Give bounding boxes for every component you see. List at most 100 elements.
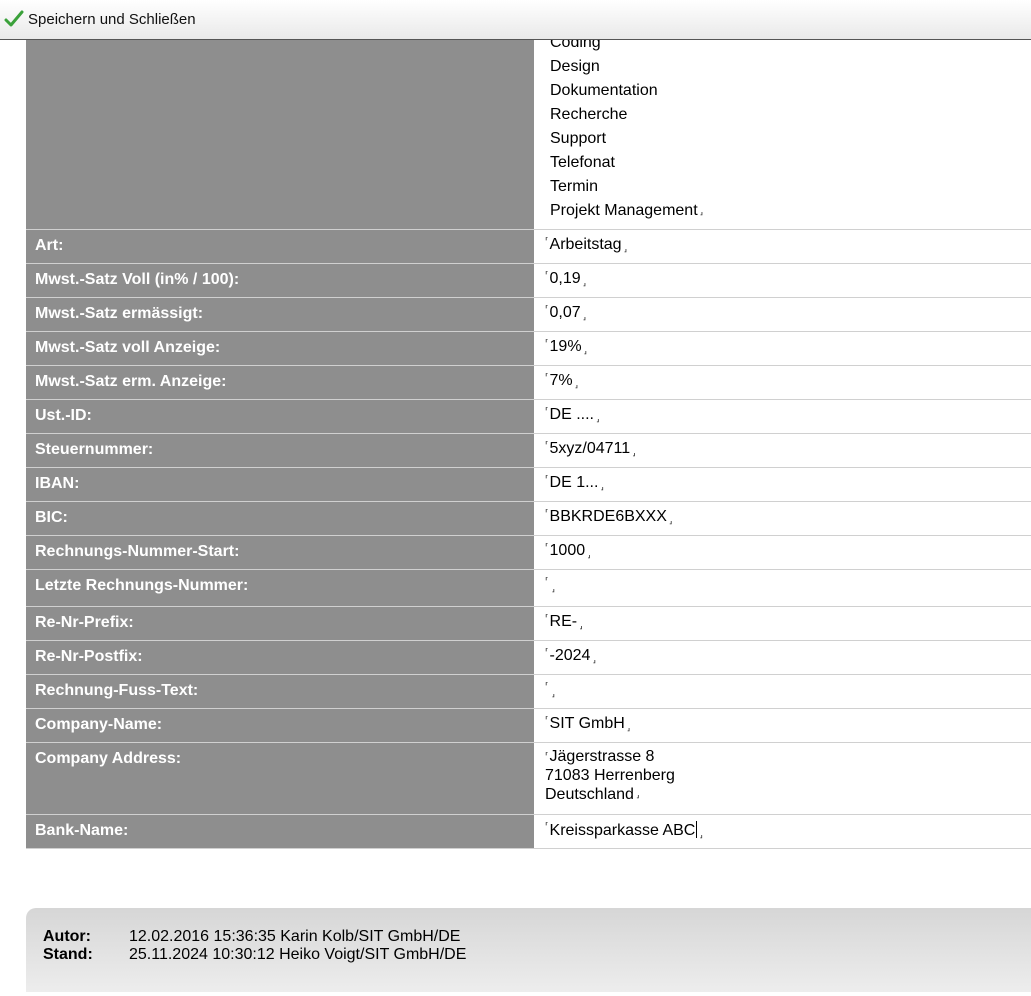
- field-label: IBAN:: [26, 468, 535, 501]
- field-row-mwst-voll-anzeige: Mwst.-Satz voll Anzeige: ⸢19% ⸥: [26, 332, 1031, 366]
- field-value: 1000: [549, 542, 586, 559]
- category-list[interactable]: Coding Design Dokumentation Recherche Su…: [535, 40, 1031, 229]
- field-input-iban[interactable]: ⸢DE 1... ⸥: [535, 468, 1031, 501]
- field-start-marker: ⸢: [545, 751, 549, 761]
- field-input-mwst-voll[interactable]: ⸢0,19 ⸥: [535, 264, 1031, 297]
- field-input-company-name[interactable]: ⸢SIT GmbH ⸥: [535, 709, 1031, 742]
- field-end-marker: ⸥: [592, 654, 596, 664]
- field-input-bic[interactable]: ⸢BBKRDE6BXXX ⸥: [535, 502, 1031, 535]
- field-label: Rechnung-Fuss-Text:: [26, 675, 535, 708]
- field-value: 0,07: [549, 304, 581, 321]
- field-input-letzte-rechnungs-nummer[interactable]: ⸢⸥: [535, 570, 1031, 606]
- field-label: BIC:: [26, 502, 535, 535]
- field-row-re-nr-prefix: Re-Nr-Prefix: ⸢RE- ⸥: [26, 607, 1031, 641]
- field-input-mwst-erm[interactable]: ⸢0,07 ⸥: [535, 298, 1031, 331]
- field-start-marker: ⸢: [545, 270, 549, 280]
- field-row-re-nr-postfix: Re-Nr-Postfix: ⸢-2024 ⸥: [26, 641, 1031, 675]
- field-start-marker: ⸢: [545, 613, 549, 623]
- field-input-ust-id[interactable]: ⸢DE .... ⸥: [535, 400, 1031, 433]
- field-end-marker: ⸥: [582, 311, 587, 321]
- field-start-marker: ⸢: [545, 576, 549, 586]
- field-input-rechnungs-nummer-start[interactable]: ⸢1000 ⸥: [535, 536, 1031, 569]
- author-label: Autor:: [43, 928, 91, 945]
- field-end-marker: ⸥: [595, 413, 600, 423]
- field-end-marker: ⸥: [583, 345, 588, 355]
- field-start-marker: ⸢: [545, 474, 549, 484]
- field-row-letzte-rechnungs-nummer: Letzte Rechnungs-Nummer: ⸢⸥: [26, 570, 1031, 607]
- field-label: Re-Nr-Postfix:: [26, 641, 535, 674]
- field-value: Kreissparkasse ABC: [549, 822, 696, 839]
- category-label-cell: [26, 40, 535, 229]
- field-start-marker: ⸢: [545, 338, 549, 348]
- field-end-marker: ⸥: [699, 829, 703, 839]
- field-value: DE 1...: [549, 474, 599, 491]
- field-start-marker: ⸢: [545, 440, 549, 450]
- field-end-marker: ⸥: [551, 688, 556, 698]
- field-start-marker: ⸢: [545, 681, 549, 691]
- category-item: Telefonat: [550, 154, 615, 171]
- field-end-marker: ⸥: [626, 722, 631, 732]
- field-input-company-address[interactable]: ⸢Jägerstrasse 8 71083 Herrenberg Deutsch…: [535, 743, 1031, 814]
- author-value: 12.02.2016 15:36:35 Karin Kolb/SIT GmbH/…: [129, 928, 461, 945]
- field-end-marker: ⸥: [582, 277, 587, 287]
- field-label: Re-Nr-Prefix:: [26, 607, 535, 640]
- document-info-table: Autor: 12.02.2016 15:36:35 Karin Kolb/SI…: [43, 928, 466, 964]
- field-row-steuernummer: Steuernummer: ⸢5xyz/04711 ⸥: [26, 434, 1031, 468]
- field-value: DE ....: [549, 406, 594, 423]
- field-value: 19%: [549, 338, 582, 355]
- field-end-marker: ⸥: [551, 583, 556, 593]
- category-item: Dokumentation: [550, 82, 658, 99]
- category-item: Design: [550, 58, 600, 75]
- field-row-rechnung-fuss-text: Rechnung-Fuss-Text: ⸢⸥: [26, 675, 1031, 709]
- field-row-company-name: Company-Name: ⸢SIT GmbH ⸥: [26, 709, 1031, 743]
- field-input-art[interactable]: ⸢Arbeitstag ⸥: [535, 230, 1031, 263]
- field-end-marker: ⸥: [623, 243, 628, 253]
- field-label: Mwst.-Satz Voll (in% / 100):: [26, 264, 535, 297]
- field-input-re-nr-postfix[interactable]: ⸢-2024 ⸥: [535, 641, 1031, 674]
- field-row-mwst-erm-anzeige: Mwst.-Satz erm. Anzeige: ⸢7% ⸥: [26, 366, 1031, 400]
- field-label: Ust.-ID:: [26, 400, 535, 433]
- field-row-mwst-voll: Mwst.-Satz Voll (in% / 100): ⸢0,19 ⸥: [26, 264, 1031, 298]
- field-end-marker: ⸥: [574, 379, 579, 389]
- field-start-marker: ⸢: [545, 406, 549, 416]
- field-end-marker: ⸥: [632, 447, 636, 457]
- field-label: Mwst.-Satz ermässigt:: [26, 298, 535, 331]
- field-input-bank-name[interactable]: ⸢Kreissparkasse ABC ⸥: [535, 815, 1031, 848]
- field-row-rechnungs-nummer-start: Rechnungs-Nummer-Start: ⸢1000 ⸥: [26, 536, 1031, 570]
- field-label: Steuernummer:: [26, 434, 535, 467]
- field-end-marker: ⸥: [635, 789, 640, 799]
- field-start-marker: ⸢: [545, 821, 549, 831]
- field-start-marker: ⸢: [545, 647, 549, 657]
- field-value: RE-: [549, 613, 578, 630]
- field-input-re-nr-prefix[interactable]: ⸢RE- ⸥: [535, 607, 1031, 640]
- field-value: SIT GmbH: [549, 715, 625, 732]
- text-cursor: [696, 821, 698, 838]
- field-start-marker: ⸢: [545, 542, 549, 552]
- field-input-mwst-voll-anzeige[interactable]: ⸢19% ⸥: [535, 332, 1031, 365]
- field-end-marker: ⸥: [587, 549, 591, 559]
- field-label: Company Address:: [26, 743, 535, 814]
- save-and-close-button[interactable]: Speichern und Schließen: [4, 8, 196, 30]
- field-value: 7%: [549, 372, 573, 389]
- field-value: BBKRDE6BXXX: [549, 508, 667, 525]
- toolbar: Speichern und Schließen: [0, 0, 1031, 40]
- field-value: -2024: [549, 647, 591, 664]
- field-start-marker: ⸢: [545, 508, 549, 518]
- field-input-rechnung-fuss-text[interactable]: ⸢⸥: [535, 675, 1031, 708]
- field-input-steuernummer[interactable]: ⸢5xyz/04711 ⸥: [535, 434, 1031, 467]
- category-item: Termin: [550, 178, 599, 195]
- field-label: Bank-Name:: [26, 815, 535, 848]
- category-item: Coding: [550, 40, 601, 51]
- checkmark-icon: [4, 9, 24, 29]
- field-value: Arbeitstag: [549, 236, 622, 253]
- save-and-close-label: Speichern und Schließen: [28, 10, 196, 28]
- field-label: Mwst.-Satz voll Anzeige:: [26, 332, 535, 365]
- field-end-marker: ⸥: [579, 620, 583, 630]
- address-line: 71083 Herrenberg: [545, 767, 675, 784]
- field-start-marker: ⸢: [545, 304, 549, 314]
- category-item: Support: [550, 130, 607, 147]
- field-input-mwst-erm-anzeige[interactable]: ⸢7% ⸥: [535, 366, 1031, 399]
- field-label: Rechnungs-Nummer-Start:: [26, 536, 535, 569]
- field-start-marker: ⸢: [545, 372, 549, 382]
- category-item: Recherche: [550, 106, 628, 123]
